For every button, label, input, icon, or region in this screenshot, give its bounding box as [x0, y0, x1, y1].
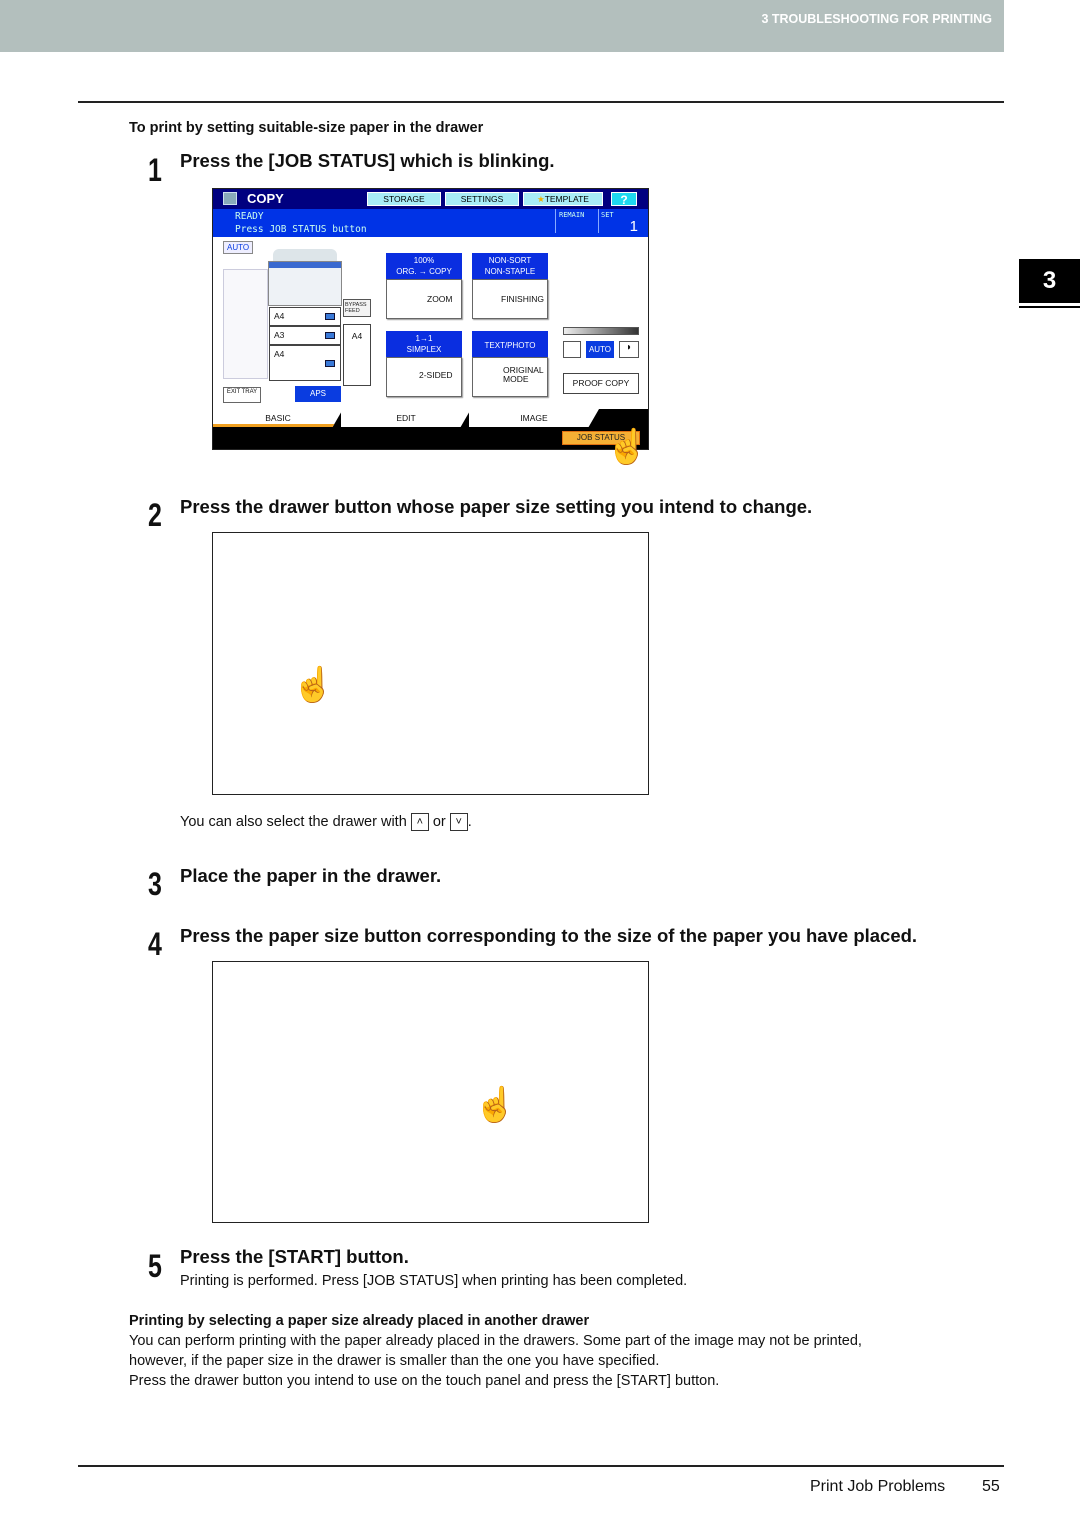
- text-photo-status: TEXT/PHOTO: [472, 331, 548, 358]
- job-status-panel-2: [212, 961, 649, 1223]
- darker-button[interactable]: ◗: [619, 341, 639, 358]
- help-button[interactable]: ?: [611, 192, 637, 207]
- tab-basic[interactable]: BASIC: [213, 409, 343, 427]
- template-label: TEMPLATE: [544, 194, 589, 204]
- pointing-hand-icon: ☝: [292, 666, 335, 704]
- star-icon: ★: [537, 194, 545, 204]
- step-title: Press the [JOB STATUS] which is blinking…: [180, 150, 555, 171]
- zoom-button[interactable]: ZOOM: [386, 279, 462, 319]
- panel-title: COPY: [247, 191, 284, 206]
- chapter-tab[interactable]: 3: [1019, 259, 1080, 303]
- pointing-hand-icon: ☝: [606, 428, 649, 466]
- section-line: Press the drawer button you intend to us…: [129, 1373, 720, 1389]
- finisher-illustration: [223, 269, 268, 379]
- step-title: Press the [START] button.: [180, 1246, 409, 1267]
- simplex-status: 1→1 SIMPLEX: [386, 331, 462, 358]
- chapter-tab-underline: [1019, 306, 1080, 308]
- drawer-1[interactable]: A4: [269, 307, 341, 326]
- storage-button[interactable]: STORAGE: [367, 192, 441, 206]
- page-number: 55: [982, 1478, 1000, 1495]
- finishing-button[interactable]: FINISHING: [472, 279, 548, 319]
- section-line: You can perform printing with the paper …: [129, 1333, 862, 1349]
- set-label: SET: [601, 211, 614, 219]
- machine-body: [268, 261, 342, 306]
- tab-strip: BASIC EDIT IMAGE JOB STATUS: [213, 409, 648, 449]
- pointing-hand-icon: ☝: [474, 1086, 517, 1124]
- zoom-status: 100% ORG. → COPY: [386, 253, 462, 280]
- section-header: 3 TROUBLESHOOTING FOR PRINTING: [761, 12, 992, 26]
- step-number: 5: [148, 1248, 162, 1284]
- copy-icon: [223, 192, 237, 205]
- density-scale: [563, 327, 639, 335]
- remain-label: REMAIN: [559, 211, 585, 219]
- footer-title: Print Job Problems: [810, 1478, 946, 1495]
- step-title: Press the paper size button correspondin…: [180, 925, 918, 946]
- settings-button[interactable]: SETTINGS: [445, 192, 519, 206]
- step-number: 4: [148, 926, 162, 962]
- proof-copy-button[interactable]: PROOF COPY: [563, 373, 639, 394]
- footer-rule: [78, 1465, 1004, 1467]
- up-arrow-icon: ˄: [410, 813, 429, 831]
- panel-titlebar: COPY STORAGE SETTINGS ★TEMPLATE ?: [213, 189, 648, 209]
- aps-button[interactable]: APS: [295, 386, 341, 402]
- scanner-illustration: [273, 249, 337, 261]
- drawer-icon: [325, 360, 335, 367]
- copy-panel: COPY STORAGE SETTINGS ★TEMPLATE ? READY …: [212, 188, 649, 450]
- finishing-status: NON-SORT NON-STAPLE: [472, 253, 548, 280]
- lcf-drawer[interactable]: A4: [343, 324, 371, 386]
- set-value: 1: [629, 218, 638, 235]
- step-number: 3: [148, 866, 162, 902]
- auto-button[interactable]: AUTO: [223, 241, 254, 254]
- tab-image[interactable]: IMAGE: [469, 409, 599, 427]
- step-body: Printing is performed. Press [JOB STATUS…: [180, 1273, 688, 1289]
- template-button[interactable]: ★TEMPLATE: [523, 192, 603, 206]
- tab-edit[interactable]: EDIT: [341, 409, 471, 427]
- step-note: You can also select the drawer with ˄ or…: [180, 813, 472, 831]
- message-text: Press JOB STATUS button: [235, 224, 367, 235]
- drawer-icon: [325, 313, 335, 320]
- message-bar: READY Press JOB STATUS button REMAIN SET…: [213, 209, 648, 237]
- step-number: 2: [148, 497, 162, 533]
- original-mode-button[interactable]: ORIGINAL MODE: [472, 357, 548, 397]
- step-title: Place the paper in the drawer.: [180, 865, 442, 886]
- job-status-panel-1: [212, 532, 649, 795]
- drawer-3[interactable]: A4: [269, 345, 341, 381]
- 2-sided-button[interactable]: 2-SIDED: [386, 357, 462, 397]
- section-heading: Printing by selecting a paper size alrea…: [129, 1313, 590, 1329]
- drawer-2[interactable]: A3: [269, 326, 341, 345]
- section-line: however, if the paper size in the drawer…: [129, 1353, 660, 1369]
- lighter-button[interactable]: [563, 341, 581, 358]
- step-title: Press the drawer button whose paper size…: [180, 496, 813, 517]
- step-number: 1: [148, 152, 162, 188]
- status-text: READY: [235, 211, 264, 222]
- drawer-icon: [325, 332, 335, 339]
- header-band: [0, 0, 1004, 52]
- density-auto-button[interactable]: AUTO: [586, 341, 614, 358]
- exit-tray-button[interactable]: EXIT TRAY: [223, 387, 261, 403]
- top-rule: [78, 101, 1004, 103]
- bypass-feed-button[interactable]: BYPASS FEED: [343, 299, 371, 317]
- subheading: To print by setting suitable-size paper …: [129, 120, 484, 136]
- down-arrow-icon: ˅: [449, 813, 468, 831]
